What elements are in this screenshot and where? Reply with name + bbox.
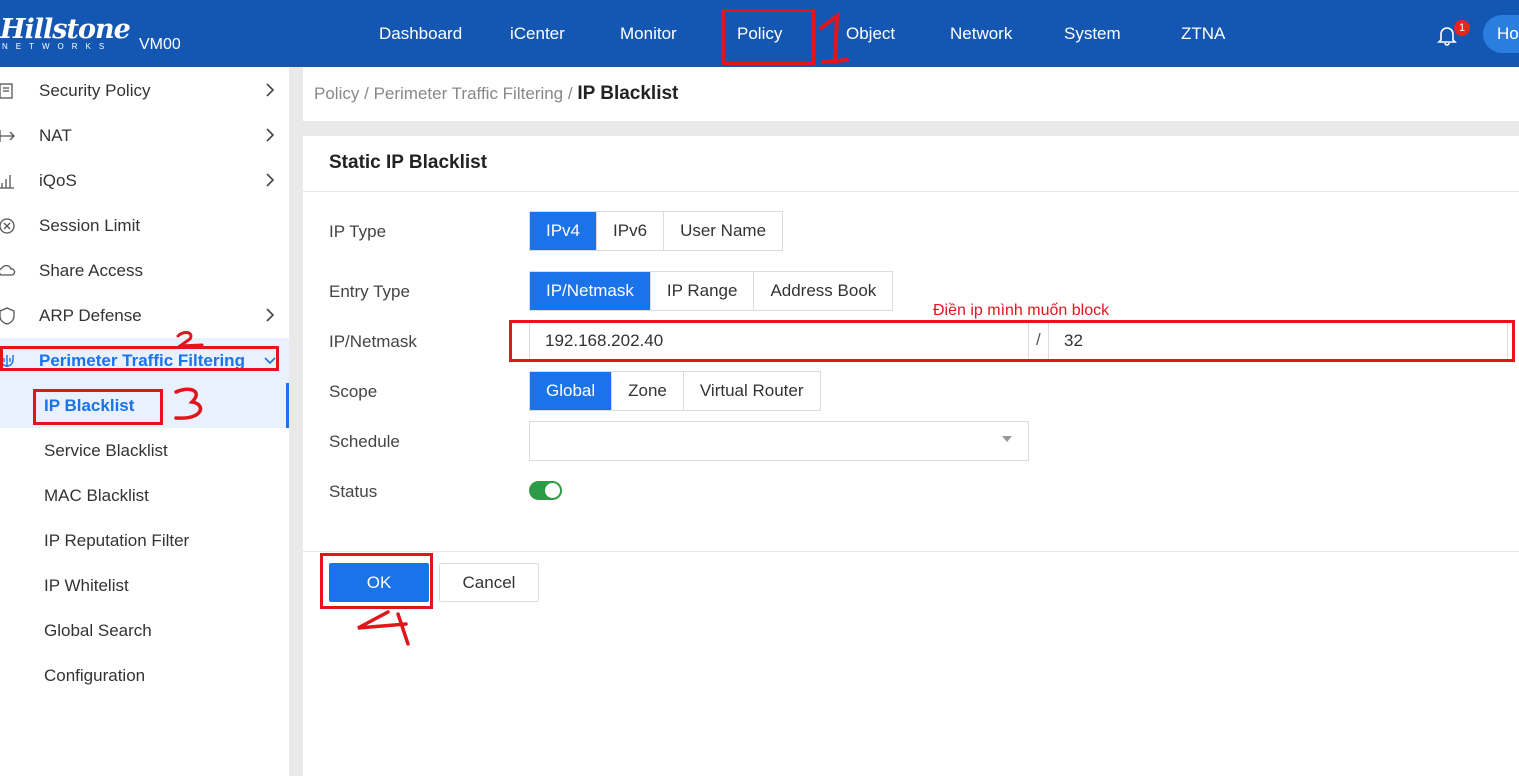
nav-icenter[interactable]: iCenter	[510, 24, 565, 44]
sidebar-subitem-global-search[interactable]: Global Search	[0, 608, 289, 653]
annotation-box-ok	[320, 553, 433, 609]
chevron-right-icon	[266, 83, 275, 97]
toggle-knob	[545, 483, 560, 498]
panel-title: Static IP Blacklist	[329, 152, 488, 173]
annotation-box-ip-input	[509, 320, 1515, 362]
schedule-label: Schedule	[329, 432, 400, 451]
title-divider	[303, 191, 1519, 192]
entry-type-label: Entry Type	[329, 282, 410, 301]
sidebar-item-label: iQoS	[39, 171, 77, 190]
content-gutter	[289, 121, 1519, 136]
sidebar-item-label: NAT	[39, 126, 72, 145]
footer-divider	[303, 551, 1519, 552]
cloud-share-icon	[0, 264, 16, 276]
chevron-right-icon	[266, 128, 275, 142]
sidebar-item-iqos[interactable]: iQoS	[0, 158, 289, 203]
arp-shield-icon	[0, 307, 15, 325]
annotation-box-perimeter	[0, 346, 279, 371]
ip-netmask-label: IP/Netmask	[329, 332, 417, 351]
schedule-select[interactable]	[529, 421, 1029, 461]
bar-chart-icon	[0, 175, 14, 189]
annotation-number-2	[174, 330, 204, 348]
sidebar-subitem-label: IP Reputation Filter	[44, 531, 190, 550]
user-avatar[interactable]: Ho	[1483, 15, 1519, 53]
entry-type-segmented: IP/Netmask IP Range Address Book	[529, 271, 894, 311]
sidebar-item-label: Security Policy	[39, 81, 151, 100]
sidebar-item-label: Session Limit	[39, 216, 141, 235]
nav-network[interactable]: Network	[950, 24, 1012, 44]
scope-zone[interactable]: Zone	[612, 372, 684, 410]
sidebar-item-arp-defense[interactable]: ARP Defense	[0, 293, 289, 338]
ip-type-ipv4[interactable]: IPv4	[530, 212, 598, 250]
ip-type-username[interactable]: User Name	[664, 212, 782, 250]
breadcrumb-policy[interactable]: Policy	[314, 84, 359, 103]
entry-type-ip-netmask[interactable]: IP/Netmask	[530, 272, 651, 310]
entry-type-ip-range[interactable]: IP Range	[651, 272, 755, 310]
sidebar-item-label: Share Access	[39, 261, 143, 280]
breadcrumb-separator: /	[364, 84, 369, 103]
entry-type-address-book[interactable]: Address Book	[754, 272, 892, 310]
scope-segmented: Global Zone Virtual Router	[529, 371, 821, 411]
annotation-box-ip-blacklist	[33, 389, 163, 425]
scope-virtual-router[interactable]: Virtual Router	[684, 372, 820, 410]
chevron-right-icon	[266, 308, 275, 322]
breadcrumb: Policy / Perimeter Traffic Filtering / I…	[314, 83, 678, 105]
cancel-button[interactable]: Cancel	[439, 563, 539, 602]
sidebar-item-session-limit[interactable]: Session Limit	[0, 203, 289, 248]
nav-dashboard[interactable]: Dashboard	[379, 24, 462, 44]
sidebar-item-security-policy[interactable]: Security Policy	[0, 68, 289, 113]
sidebar-divider	[289, 67, 303, 776]
status-toggle[interactable]	[529, 481, 562, 500]
nav-ztna[interactable]: ZTNA	[1181, 24, 1225, 44]
circle-x-icon	[0, 218, 15, 234]
breadcrumb-perimeter[interactable]: Perimeter Traffic Filtering	[374, 84, 564, 103]
brand-logo: Hillstone	[0, 14, 131, 45]
annotation-note: Điền ip mình muốn block	[933, 302, 1110, 319]
sidebar-item-share-access[interactable]: Share Access	[0, 248, 289, 293]
sidebar-subitem-label: Service Blacklist	[44, 441, 168, 460]
sidebar-item-nat[interactable]: NAT	[0, 113, 289, 158]
nav-system[interactable]: System	[1064, 24, 1121, 44]
arrow-in-icon	[0, 130, 15, 142]
scope-global[interactable]: Global	[530, 372, 613, 410]
sidebar-subitem-ip-reputation-filter[interactable]: IP Reputation Filter	[0, 518, 289, 563]
nav-monitor[interactable]: Monitor	[620, 24, 677, 44]
sidebar-subitem-label: IP Whitelist	[44, 576, 129, 595]
sidebar-subitem-label: Configuration	[44, 666, 146, 685]
status-label: Status	[329, 482, 378, 501]
sidebar-subitem-mac-blacklist[interactable]: MAC Blacklist	[0, 473, 289, 518]
dropdown-arrow-icon	[1002, 436, 1012, 442]
sidebar-subitem-service-blacklist[interactable]: Service Blacklist	[0, 428, 289, 473]
annotation-number-1	[819, 12, 849, 64]
notification-badge: 1	[1454, 20, 1470, 36]
scope-label: Scope	[329, 382, 378, 401]
chevron-right-icon	[266, 173, 275, 187]
breadcrumb-current: IP Blacklist	[577, 83, 679, 104]
annotation-number-3	[174, 387, 203, 420]
sidebar-subitem-ip-whitelist[interactable]: IP Whitelist	[0, 563, 289, 608]
device-name: VM00	[139, 36, 181, 53]
annotation-box-policy	[722, 9, 815, 65]
shield-list-icon	[0, 83, 13, 99]
sidebar-subitem-label: MAC Blacklist	[44, 486, 149, 505]
ip-type-label: IP Type	[329, 222, 387, 241]
brand-logo-subtitle: NETWORKS	[2, 42, 113, 51]
sidebar-item-label: ARP Defense	[39, 306, 142, 325]
sidebar-subitem-configuration[interactable]: Configuration	[0, 653, 289, 698]
sidebar-subitem-label: Global Search	[44, 621, 152, 640]
ip-type-ipv6[interactable]: IPv6	[597, 212, 665, 250]
ip-type-segmented: IPv4 IPv6 User Name	[529, 211, 784, 251]
annotation-number-4	[357, 610, 410, 646]
breadcrumb-separator: /	[567, 84, 573, 103]
